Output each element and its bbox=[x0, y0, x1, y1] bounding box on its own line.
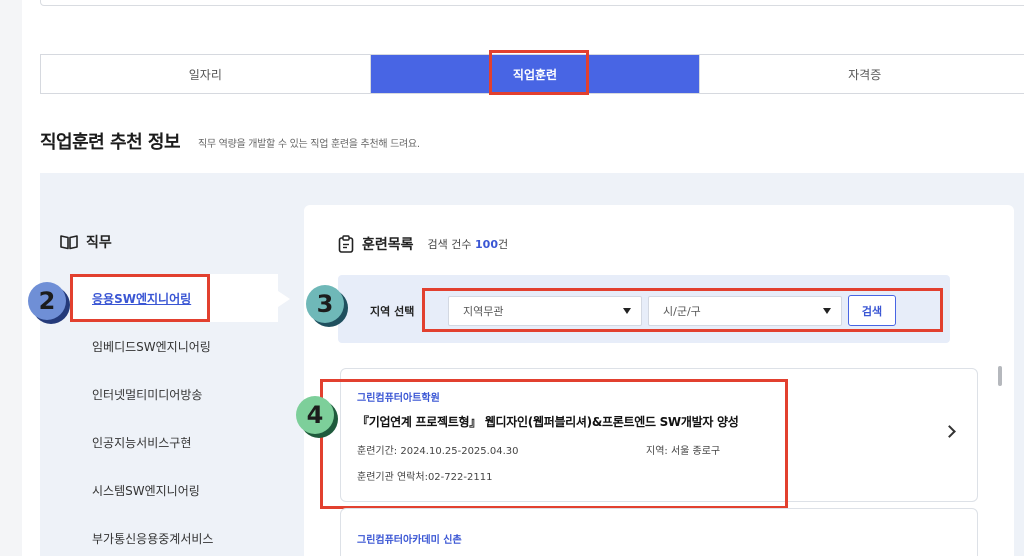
result-institution: 그린컴퓨터아트학원 bbox=[357, 393, 440, 404]
job-item-embedded-sw[interactable]: 임베디드SW엔지니어링 bbox=[70, 322, 300, 370]
result-title: 『기업연계 프로젝트형』 웹디자인(웹퍼블리셔)&프론트엔드 SW개발자 양성 bbox=[357, 415, 739, 429]
section-title: 직업훈련 추천 정보 bbox=[40, 132, 181, 153]
search-count-suffix: 건 bbox=[497, 238, 509, 251]
caret-down-icon bbox=[623, 308, 631, 314]
training-result-item[interactable]: 그린컴퓨터아트학원 『기업연계 프로젝트형』 웹디자인(웹퍼블리셔)&프론트엔드… bbox=[340, 368, 978, 502]
clipboard-icon bbox=[338, 235, 354, 253]
search-button[interactable]: 검색 bbox=[848, 295, 896, 326]
category-tabs: 일자리 직업훈련 자격증 bbox=[40, 54, 1024, 94]
region-filter-label: 지역 선택 bbox=[370, 305, 415, 318]
tab-certificates[interactable]: 자격증 bbox=[699, 55, 1024, 93]
left-gutter bbox=[0, 0, 22, 556]
training-title: 훈련목록 bbox=[362, 237, 414, 253]
callout-badge-3: 3 bbox=[306, 285, 344, 323]
city-select[interactable]: 시/군/구 bbox=[648, 296, 842, 326]
tab-vocational-training[interactable]: 직업훈련 bbox=[369, 55, 700, 93]
search-count-value: 100 bbox=[475, 238, 498, 251]
job-item-system-sw[interactable]: 시스템SW엔지니어링 bbox=[70, 466, 300, 514]
chevron-right-icon[interactable] bbox=[943, 425, 956, 438]
top-container bbox=[40, 0, 1024, 6]
result-region: 지역: 서울 종로구 bbox=[646, 446, 721, 457]
callout-badge-2: 2 bbox=[28, 282, 66, 320]
training-result-item[interactable]: 그린컴퓨터아카데미 신촌 bbox=[340, 508, 978, 556]
job-item-internet-multimedia[interactable]: 인터넷멀티미디어방송 bbox=[70, 370, 300, 418]
region-select-value: 지역무관 bbox=[463, 305, 504, 318]
city-select-value: 시/군/구 bbox=[663, 305, 701, 318]
caret-down-icon bbox=[823, 308, 831, 314]
job-heading-label: 직무 bbox=[86, 235, 112, 251]
search-count-prefix: 검색 건수 bbox=[427, 238, 472, 251]
result-contact: 훈련기관 연락처:02-722-2111 bbox=[357, 472, 493, 483]
training-heading: 훈련목록 검색 건수 100건 bbox=[338, 234, 508, 254]
job-item-ai-service[interactable]: 인공지능서비스구현 bbox=[70, 418, 300, 466]
job-list: 응용SW엔지니어링 임베디드SW엔지니어링 인터넷멀티미디어방송 인공지능서비스… bbox=[70, 274, 300, 556]
active-job-pointer bbox=[278, 291, 290, 307]
tab-jobs[interactable]: 일자리 bbox=[41, 55, 370, 93]
job-item-applied-sw[interactable]: 응용SW엔지니어링 bbox=[70, 274, 278, 322]
result-scrollbar[interactable] bbox=[998, 366, 1002, 386]
callout-badge-4: 4 bbox=[296, 396, 334, 434]
region-select[interactable]: 지역무관 bbox=[448, 296, 642, 326]
job-item-telecom-relay[interactable]: 부가통신응용중계서비스 bbox=[70, 514, 300, 556]
search-count: 검색 건수 100건 bbox=[428, 236, 509, 252]
result-period: 훈련기간: 2024.10.25-2025.04.30 bbox=[357, 446, 519, 457]
section-description: 직무 역량을 개발할 수 있는 직업 훈련을 추천해 드려요. bbox=[198, 139, 420, 150]
job-heading: 직무 bbox=[60, 232, 112, 252]
result-institution: 그린컴퓨터아카데미 신촌 bbox=[357, 535, 462, 546]
book-icon bbox=[60, 234, 78, 250]
